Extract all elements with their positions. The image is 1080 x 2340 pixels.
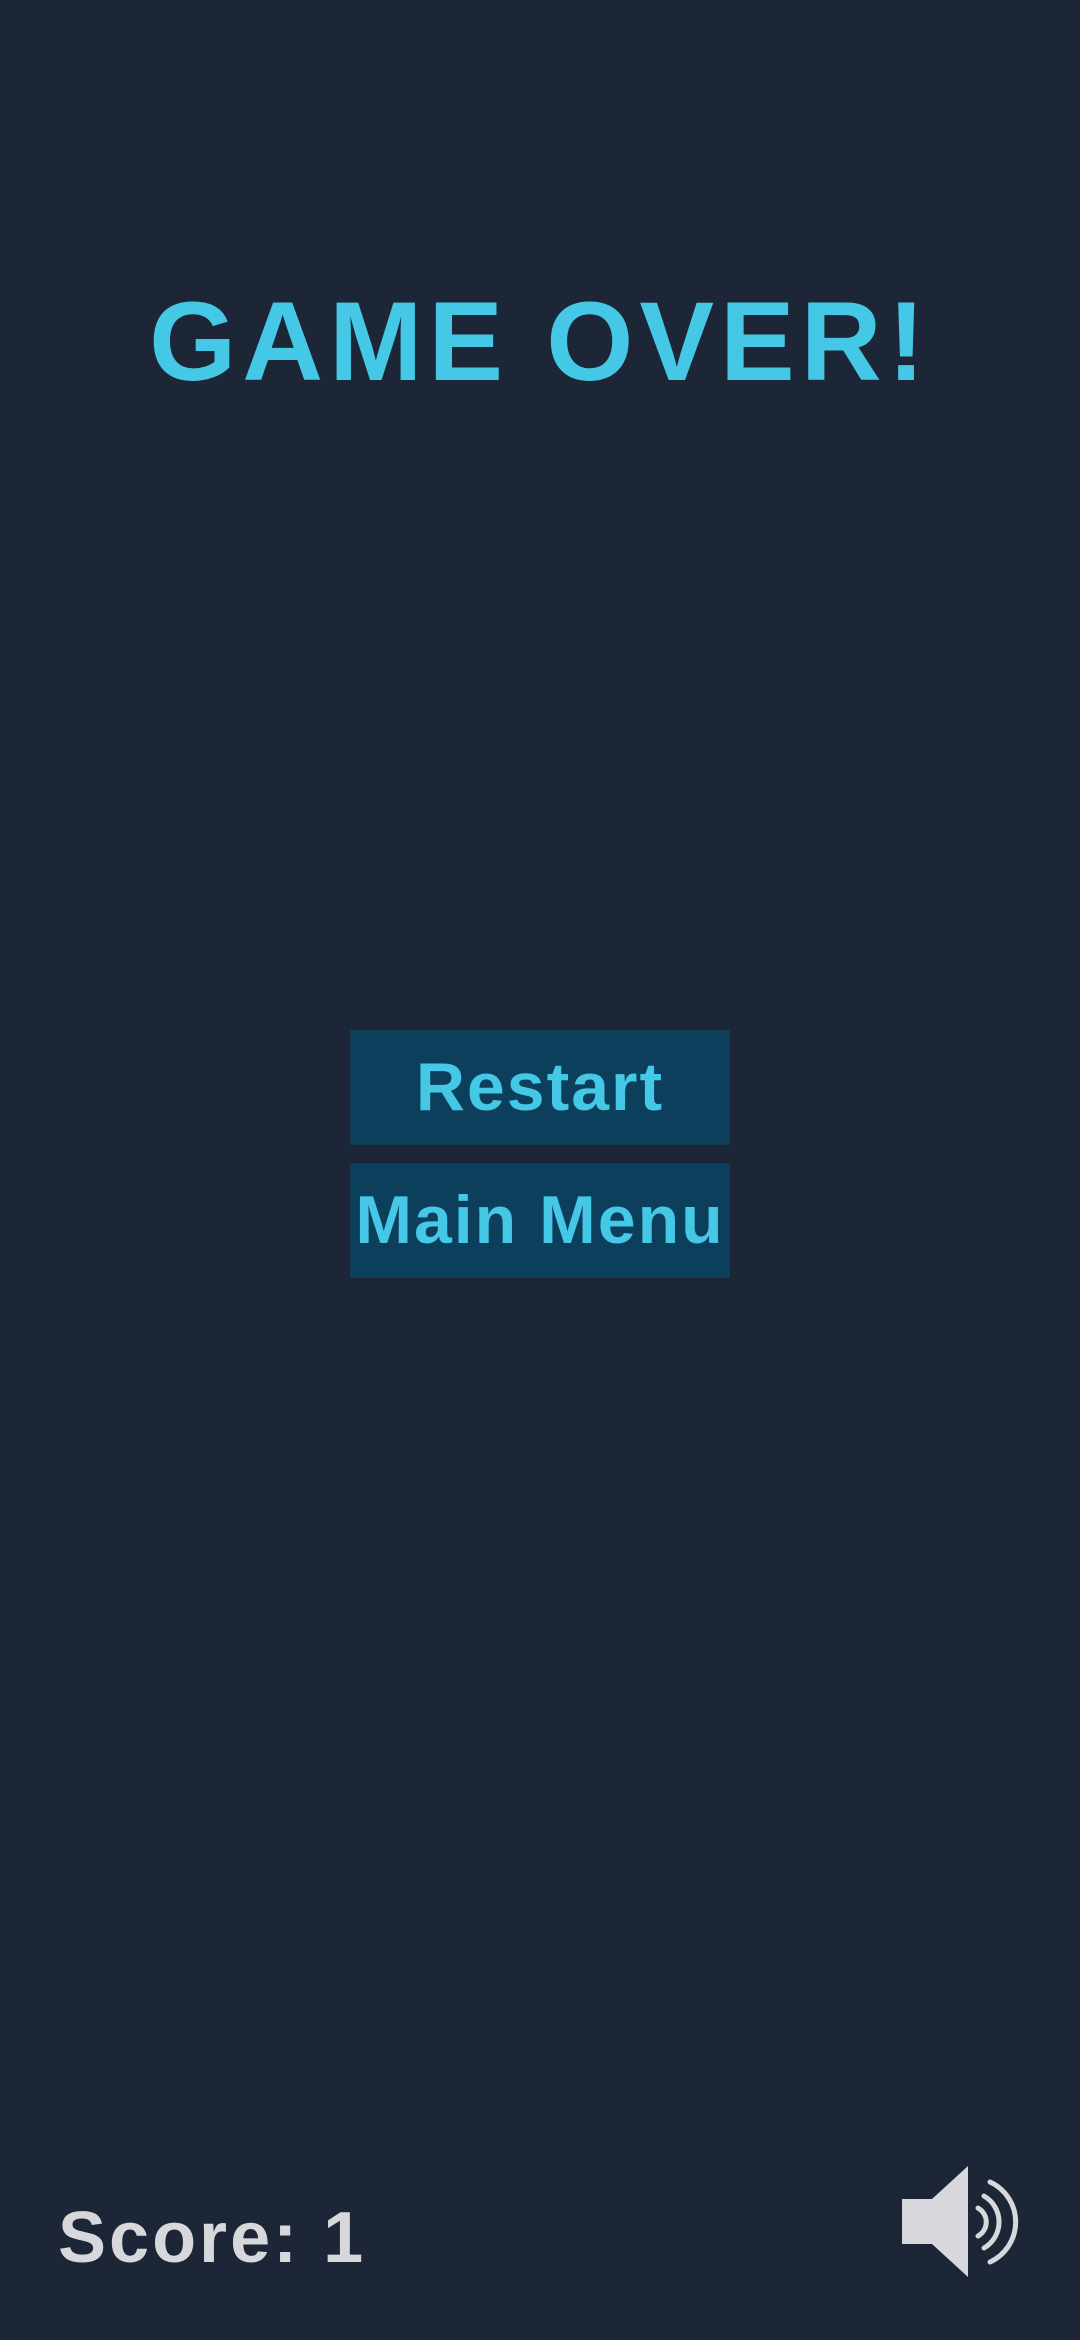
main-menu-button[interactable]: Main Menu (350, 1163, 730, 1278)
game-over-title: GAME OVER! (149, 279, 931, 404)
game-over-menu: Restart Main Menu (350, 1030, 730, 1278)
score-label: Score: 1 (58, 2198, 367, 2278)
restart-button[interactable]: Restart (350, 1030, 730, 1145)
sound-toggle-button[interactable] (900, 2164, 1025, 2279)
speaker-on-icon (902, 2166, 1019, 2277)
